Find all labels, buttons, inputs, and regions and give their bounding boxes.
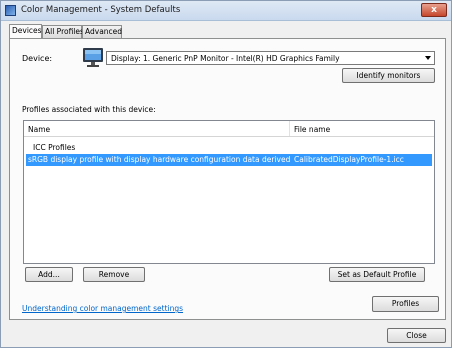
group-label-icc-profiles: ICC Profiles (33, 143, 76, 152)
remove-button[interactable]: Remove (83, 267, 145, 282)
column-divider[interactable] (289, 121, 290, 136)
chevron-down-icon[interactable] (425, 56, 431, 60)
color-management-window: Color Management - System Defaults x Dev… (0, 0, 452, 348)
set-default-profile-button[interactable]: Set as Default Profile (329, 267, 425, 282)
tab-all-profiles[interactable]: All Profiles (42, 25, 84, 38)
profiles-section-label: Profiles associated with this device: (22, 105, 156, 114)
device-label: Device: (22, 54, 53, 63)
column-header-name[interactable]: Name (28, 125, 50, 134)
identify-monitors-button[interactable]: Identify monitors (342, 68, 435, 83)
devices-panel: Device: Display: 1. Generic PnP Monitor … (9, 38, 446, 320)
profiles-list[interactable]: Name File name ICC Profiles sRGB display… (23, 120, 435, 264)
monitor-icon (83, 48, 103, 67)
add-button[interactable]: Add... (25, 267, 73, 282)
profiles-button[interactable]: Profiles (372, 296, 439, 312)
close-icon[interactable]: x (421, 3, 447, 17)
tab-devices[interactable]: Devices (9, 24, 42, 38)
device-dropdown-value: Display: 1. Generic PnP Monitor - Intel(… (111, 54, 340, 63)
window-title: Color Management - System Defaults (21, 5, 181, 15)
title-bar[interactable]: Color Management - System Defaults x (1, 1, 451, 21)
tab-advanced[interactable]: Advanced (82, 25, 122, 38)
device-dropdown[interactable]: Display: 1. Generic PnP Monitor - Intel(… (106, 51, 435, 65)
list-header: Name File name (24, 121, 434, 137)
color-management-icon (5, 5, 16, 16)
help-link[interactable]: Understanding color management settings (22, 304, 183, 313)
table-row[interactable]: sRGB display profile with display hardwa… (26, 154, 432, 166)
column-header-file-name[interactable]: File name (294, 125, 330, 134)
profile-name: sRGB display profile with display hardwa… (28, 155, 290, 164)
close-button[interactable]: Close (387, 328, 446, 343)
profile-file-name: CalibratedDisplayProfile-1.icc (294, 155, 404, 164)
